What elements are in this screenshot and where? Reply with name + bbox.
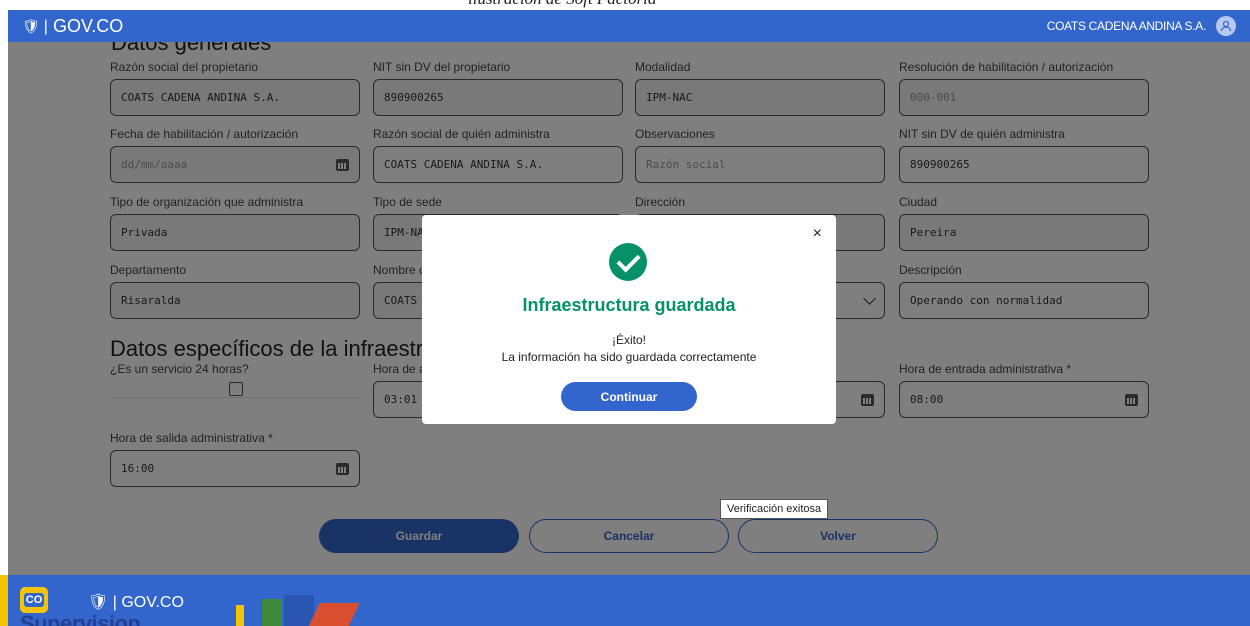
modal-title: Infraestructura guardada <box>522 295 736 315</box>
modal-subtitle: ¡Éxito! <box>611 333 646 347</box>
user-icon[interactable] <box>1216 16 1236 36</box>
gov-logo[interactable]: 🛡 | GOV.CO <box>22 16 123 37</box>
top-caption-text: ilustración de Soft Factoría <box>468 0 656 9</box>
footer: CO Supervision 🛡 | GOV.CO <box>8 575 1250 626</box>
footer-gov-logo[interactable]: 🛡 | GOV.CO <box>88 592 184 612</box>
supervision-logo: Supervision <box>20 611 141 626</box>
modal-message: La información ha sido guardada correcta… <box>501 350 757 364</box>
footer-decoration-block <box>262 599 282 626</box>
colombia-shield-icon: 🛡 <box>22 18 40 34</box>
gov-logo-text: GOV.CO <box>52 16 124 36</box>
footer-decoration-bar <box>236 605 244 626</box>
logo-separator: | <box>43 17 48 35</box>
continue-button[interactable]: Continuar <box>561 382 697 411</box>
user-name: COATS CADENA ANDINA S.A. <box>1046 19 1207 33</box>
user-menu[interactable]: COATS CADENA ANDINA S.A. <box>1047 16 1236 36</box>
top-caption: ilustración de Soft Factoría <box>0 0 1250 10</box>
footer-decoration-block <box>284 595 314 626</box>
footer-gov-text: GOV.CO <box>121 594 184 611</box>
footer-left-strip <box>0 575 8 626</box>
gov-header-bar: 🛡 | GOV.CO COATS CADENA ANDINA S.A. <box>8 10 1250 42</box>
tooltip: Verificación exitosa <box>720 499 829 519</box>
close-icon[interactable]: × <box>813 225 822 243</box>
check-circle-icon <box>609 243 647 281</box>
footer-decoration-block <box>308 603 360 626</box>
co-badge: CO <box>23 593 45 607</box>
success-modal: × Infraestructura guardada ¡Éxito! La in… <box>422 215 836 424</box>
co-logo[interactable]: CO <box>20 587 48 613</box>
